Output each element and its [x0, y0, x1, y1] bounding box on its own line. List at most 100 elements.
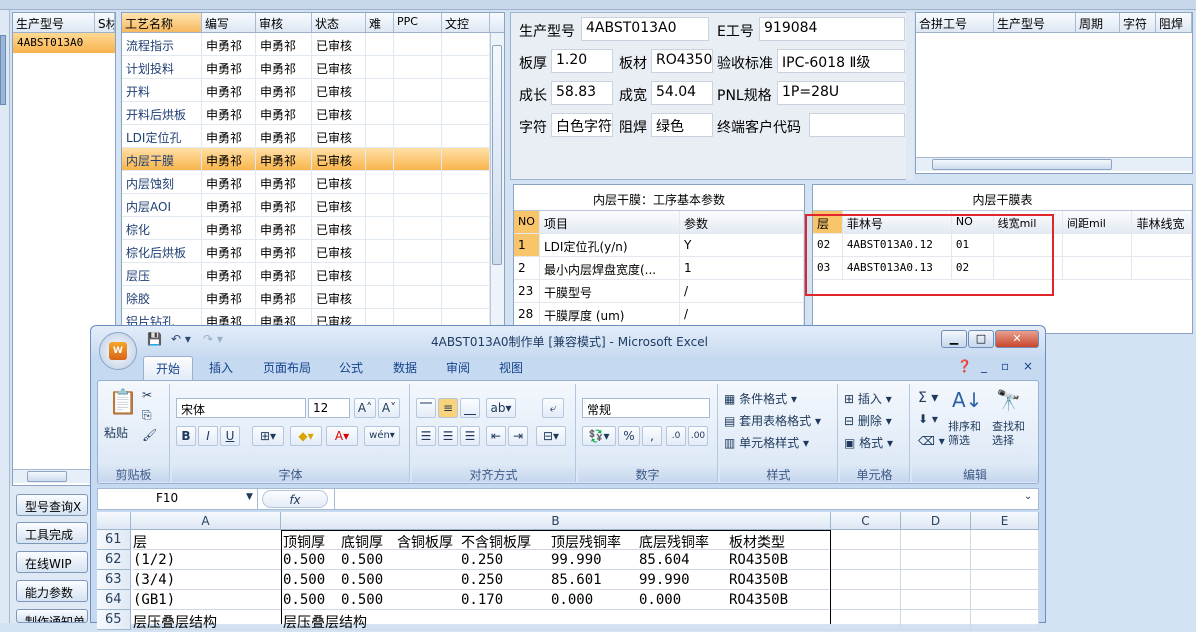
- select-all-corner[interactable]: [97, 512, 131, 530]
- cell-b[interactable]: 0.170: [461, 590, 551, 610]
- col-difficulty[interactable]: 难: [366, 13, 394, 32]
- combined-scrollbar[interactable]: [916, 157, 1192, 171]
- insert-function-button[interactable]: fx: [262, 490, 328, 508]
- cell-b[interactable]: 0.500: [341, 570, 397, 590]
- row-header[interactable]: 64: [97, 590, 131, 610]
- cell-b[interactable]: 底铜厚: [341, 530, 397, 551]
- cell-b[interactable]: 含铜板厚: [397, 530, 461, 551]
- row-header[interactable]: 65: [97, 610, 131, 630]
- col-header-c[interactable]: C: [831, 512, 901, 530]
- sum-icon[interactable]: Σ ▾: [918, 390, 938, 406]
- formula-input[interactable]: [334, 489, 1034, 509]
- cell-e[interactable]: [971, 610, 1039, 630]
- phonetic-icon[interactable]: wén▾: [364, 426, 400, 446]
- cell-b[interactable]: 0.500: [341, 590, 397, 610]
- col-writer[interactable]: 编写: [202, 13, 256, 32]
- cell-d[interactable]: [901, 550, 971, 570]
- cell-b[interactable]: 顶铜厚: [283, 530, 341, 551]
- col-char[interactable]: 字符: [1120, 13, 1156, 32]
- col-cycle[interactable]: 周期: [1076, 13, 1120, 32]
- char-field[interactable]: 白色字符: [551, 113, 613, 137]
- col-header-e[interactable]: E: [971, 512, 1039, 530]
- tab-view[interactable]: 视图: [499, 359, 523, 376]
- cell-e[interactable]: [971, 550, 1039, 570]
- cell-c[interactable]: [831, 590, 901, 610]
- col-no[interactable]: NO: [514, 211, 540, 233]
- align-center-icon[interactable]: ☰: [438, 426, 458, 446]
- cell-b[interactable]: 底层残铜率: [639, 530, 729, 551]
- col-combined-model[interactable]: 生产型号: [994, 13, 1076, 32]
- table-row[interactable]: 内层AOI 申勇祁 申勇祁 已审核: [122, 194, 504, 217]
- cell-b[interactable]: 85.604: [639, 550, 729, 570]
- customer-field[interactable]: [809, 113, 905, 137]
- table-row[interactable]: 2 最小内层焊盘宽度(... 1: [514, 257, 804, 280]
- col-process[interactable]: 工艺名称: [122, 13, 202, 32]
- col-reviewer[interactable]: 审核: [256, 13, 312, 32]
- tab-page-layout[interactable]: 页面布局: [263, 359, 311, 376]
- cell-b[interactable]: 0.250: [461, 550, 551, 570]
- save-icon[interactable]: 💾: [147, 332, 162, 346]
- tab-review[interactable]: 审阅: [446, 359, 470, 376]
- ribbon-close-icon[interactable]: ×: [1023, 359, 1033, 373]
- cell-b[interactable]: 顶层残铜率: [551, 530, 639, 551]
- cell-b[interactable]: 0.500: [341, 550, 397, 570]
- cell-a[interactable]: (1/2): [133, 550, 281, 570]
- font-name-select[interactable]: 宋体: [176, 398, 306, 418]
- cell-b[interactable]: 0.250: [461, 570, 551, 590]
- tab-formulas[interactable]: 公式: [339, 359, 363, 376]
- row-header[interactable]: 61: [97, 530, 131, 550]
- cell-b[interactable]: 不含铜板厚: [461, 530, 551, 551]
- col-combined-no[interactable]: 合拼工号: [916, 13, 994, 32]
- cell-d[interactable]: [901, 530, 971, 550]
- italic-icon[interactable]: I: [198, 426, 218, 446]
- cell-b[interactable]: [639, 610, 729, 630]
- cell-b[interactable]: 0.000: [639, 590, 729, 610]
- table-row[interactable]: 内层蚀刻 申勇祁 申勇祁 已审核: [122, 171, 504, 194]
- cell-e[interactable]: [971, 530, 1039, 550]
- cell-c[interactable]: [831, 610, 901, 630]
- cell-c[interactable]: [831, 570, 901, 590]
- table-row[interactable]: 1 LDI定位孔(y/n) Y: [514, 234, 804, 257]
- col-model[interactable]: 生产型号: [13, 13, 95, 32]
- wrap-text-icon[interactable]: ⤶: [542, 398, 564, 418]
- tool-complete-button[interactable]: 工具完成: [16, 522, 88, 544]
- table-row[interactable]: 内层干膜 申勇祁 申勇祁 已审核: [122, 148, 504, 171]
- cell-b[interactable]: RO4350B: [729, 590, 829, 610]
- fill-icon[interactable]: ⬇ ▾: [918, 412, 938, 426]
- notice-button[interactable]: 制作通知单: [16, 609, 88, 623]
- online-wip-button[interactable]: 在线WIP: [16, 551, 88, 573]
- find-select-label[interactable]: 查找和选择: [992, 420, 1032, 448]
- increase-decimal-icon[interactable]: .0: [666, 426, 686, 446]
- format-painter-icon[interactable]: 🖌: [142, 428, 157, 442]
- font-size-select[interactable]: 12: [308, 398, 350, 418]
- tab-data[interactable]: 数据: [393, 359, 417, 376]
- orientation-icon[interactable]: ab▾: [486, 398, 516, 418]
- cell-a[interactable]: 层: [133, 530, 281, 551]
- align-bottom-icon[interactable]: ⎽: [460, 398, 480, 418]
- name-box-dropdown-icon[interactable]: ▼: [246, 492, 253, 502]
- mask-field[interactable]: 绿色: [651, 113, 713, 137]
- model-list-item[interactable]: 4ABST013A0: [13, 33, 115, 53]
- left-collapse-handle[interactable]: [0, 35, 6, 105]
- find-icon[interactable]: 🔭: [996, 388, 1021, 412]
- scroll-thumb[interactable]: [492, 45, 502, 265]
- col-status[interactable]: 状态: [312, 13, 366, 32]
- cell-b[interactable]: [729, 610, 829, 630]
- cell-b[interactable]: [461, 610, 551, 630]
- underline-icon[interactable]: U: [220, 426, 240, 446]
- cell-b[interactable]: 层压叠层结构: [283, 610, 367, 631]
- format-button[interactable]: ▣ 格式 ▾: [844, 434, 893, 451]
- table-row[interactable]: 除胶 申勇祁 申勇祁 已审核: [122, 286, 504, 309]
- percent-icon[interactable]: %: [618, 426, 640, 446]
- grow-font-icon[interactable]: A˄: [354, 398, 376, 418]
- tab-insert[interactable]: 插入: [209, 359, 233, 376]
- cell-c[interactable]: [831, 550, 901, 570]
- merge-icon[interactable]: ⊟▾: [536, 426, 566, 446]
- cell-b[interactable]: [341, 610, 397, 630]
- comma-icon[interactable]: ,: [642, 426, 662, 446]
- cell-d[interactable]: [901, 610, 971, 630]
- font-color-icon[interactable]: A▾: [326, 426, 358, 446]
- table-row[interactable]: 流程指示 申勇祁 申勇祁 已审核: [122, 33, 504, 56]
- redo-icon[interactable]: ↷ ▾: [203, 332, 223, 346]
- sort-filter-label[interactable]: 排序和筛选: [948, 420, 988, 448]
